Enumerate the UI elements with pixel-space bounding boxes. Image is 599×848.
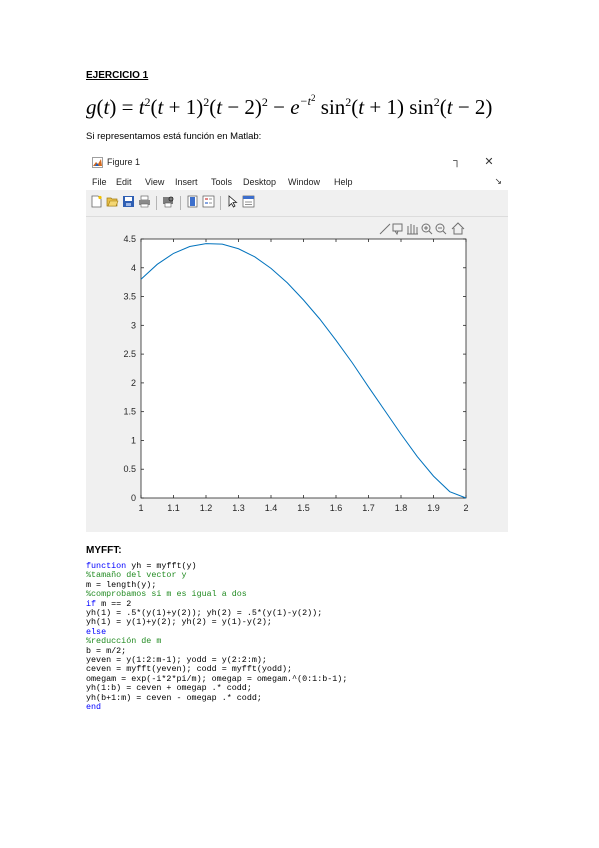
x-tick-label: 1.5 (297, 503, 310, 513)
menu-insert[interactable]: Insert (175, 177, 198, 187)
intro-text: Si representamos está función en Matlab: (86, 131, 262, 142)
x-tick-label: 1.3 (232, 503, 245, 513)
axes-box (140, 238, 467, 499)
home-icon[interactable] (451, 222, 465, 235)
y-tick-label: 2 (131, 378, 136, 388)
toolbar-separator (180, 196, 181, 210)
menubar-overflow-icon[interactable]: ↘ (494, 176, 502, 187)
x-tick-label: 1.9 (427, 503, 440, 513)
figure-title: Figure 1 (107, 157, 141, 167)
code-text: yh(b+1:m) = ceven - omegap .* codd; (86, 692, 262, 703)
zoom-out-icon[interactable] (435, 223, 447, 235)
save-icon[interactable] (122, 195, 135, 208)
pan-icon[interactable] (407, 224, 418, 235)
code-keyword: end (86, 702, 102, 713)
zoom-in-icon[interactable] (421, 223, 433, 235)
y-tick-label: 4 (131, 263, 136, 273)
x-tick-label: 1.1 (167, 503, 180, 513)
menu-window[interactable]: Window (288, 177, 320, 187)
document-page: EJERCICIO 1 g(t) = t2(t + 1)2(t − 2)2 − … (0, 0, 599, 848)
legend-icon[interactable] (202, 195, 215, 208)
y-tick-label: 1.5 (123, 407, 136, 417)
x-tick-label: 1.6 (330, 503, 343, 513)
open-file-icon[interactable] (106, 195, 119, 208)
svg-text:g(t) = t2(t + 1)2(t − 2)2 − e−: g(t) = t2(t + 1)2(t − 2)2 − e−t2 sin2(t … (86, 93, 492, 119)
print-preview-icon[interactable] (162, 195, 175, 208)
menu-tools[interactable]: Tools (211, 177, 232, 187)
y-tick-label: 1 (131, 435, 136, 445)
new-figure-icon[interactable] (90, 195, 103, 208)
axes-toolbar (379, 222, 465, 236)
y-tick-label: 4.5 (123, 234, 136, 244)
menu-help[interactable]: Help (334, 177, 353, 187)
code-line: end (86, 702, 347, 713)
y-tick-label: 0 (131, 493, 136, 503)
pointer-icon[interactable] (226, 195, 239, 208)
exercise-heading: EJERCICIO 1 (86, 70, 149, 81)
menu-file[interactable]: File (92, 177, 107, 187)
x-tick-label: 1 (138, 503, 143, 513)
figure-titlebar: Figure 1 ┐ ✕ (86, 152, 508, 174)
x-tick-label: 1.8 (395, 503, 408, 513)
property-editor-icon[interactable] (242, 195, 255, 208)
toolbar-separator (220, 196, 221, 210)
code-line: yh(b+1:m) = ceven - omegap .* codd; (86, 692, 347, 703)
x-tick-label: 2 (463, 503, 468, 513)
close-icon[interactable]: ✕ (482, 155, 496, 168)
print-icon[interactable] (138, 195, 151, 208)
data-tips-icon[interactable] (392, 223, 403, 236)
code-line: yh(1) = y(1)+y(2); yh(2) = y(1)-y(2); (86, 618, 347, 627)
y-tick-label: 2.5 (123, 349, 136, 359)
x-tick-label: 1.2 (200, 503, 213, 513)
y-tick-label: 3 (131, 320, 136, 330)
y-tick-label: 3.5 (123, 292, 136, 302)
colorbar-icon[interactable] (186, 195, 199, 208)
toolbar-separator (156, 196, 157, 210)
y-tick-label: 0.5 (123, 464, 136, 474)
menu-view[interactable]: View (145, 177, 164, 187)
x-tick-label: 1.4 (265, 503, 278, 513)
equation: g(t) = t2(t + 1)2(t − 2)2 − e−t2 sin2(t … (86, 93, 492, 119)
plot-area: 0 0.5 1 1.5 2 2.5 3 3.5 4 4.5 1 1.1 1.2 1.3 1.4 1.5 1.6… (123, 222, 469, 513)
code-listing: function yh = myfft(y) %tamaño del vector… (86, 561, 347, 713)
figure-toolbar (86, 190, 508, 217)
menu-edit[interactable]: Edit (116, 177, 132, 187)
matlab-logo-icon (92, 157, 103, 168)
matlab-figure-window: Figure 1 ┐ ✕ File Edit View Insert Tools… (86, 152, 508, 532)
brush-icon[interactable] (379, 223, 391, 235)
x-tick-label: 1.7 (362, 503, 375, 513)
menu-desktop[interactable]: Desktop (243, 177, 276, 187)
maximize-icon[interactable]: ┐ (450, 155, 464, 167)
section-title: MYFFT: (86, 545, 122, 556)
code-text: yh(1) = y(1)+y(2); yh(2) = y(1)-y(2); (86, 617, 272, 628)
figure-menubar: File Edit View Insert Tools Desktop Wind… (86, 174, 508, 190)
